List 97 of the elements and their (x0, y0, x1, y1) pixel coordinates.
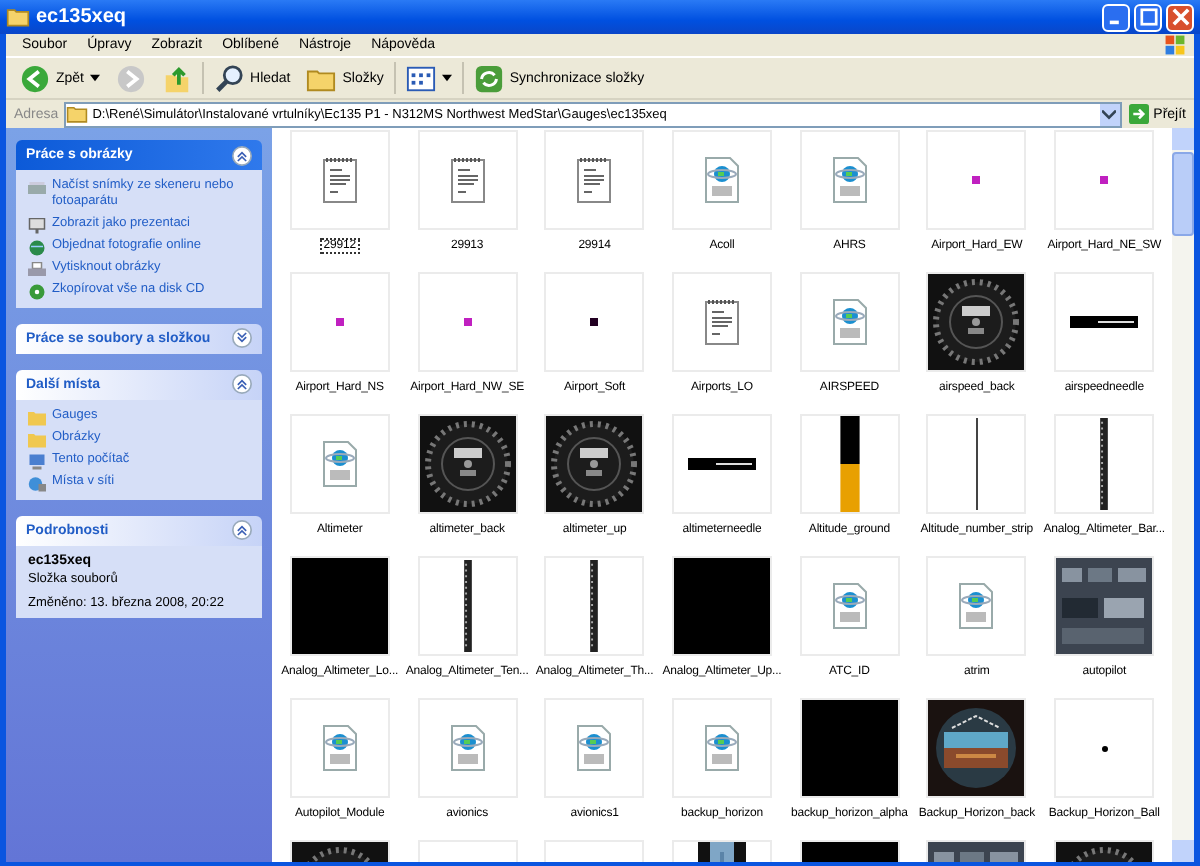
chevron-icon[interactable] (232, 145, 252, 165)
chevron-icon[interactable] (232, 328, 252, 349)
cd-icon (28, 283, 46, 300)
thumbnail-frame[interactable] (926, 698, 1027, 798)
go-arrow-icon (1127, 104, 1150, 124)
thumbnail-frame[interactable] (1054, 272, 1155, 372)
computer-icon (28, 453, 46, 470)
ground-strip-thumbnail (839, 416, 860, 512)
thumbnail-frame[interactable] (926, 272, 1027, 372)
thumbnail-frame[interactable] (289, 556, 390, 656)
thumbnail-frame[interactable] (799, 414, 900, 514)
thumbnail-frame[interactable] (544, 272, 645, 372)
thumbnail-frame[interactable] (671, 698, 772, 798)
thumbnail-frame[interactable] (671, 556, 772, 656)
up-folder-icon (162, 63, 193, 93)
web-document-icon (319, 724, 360, 772)
notepad-icon (574, 156, 615, 204)
thumbnail-frame[interactable] (1054, 556, 1155, 656)
chevron-icon (1102, 109, 1117, 119)
web-document-icon (574, 724, 615, 772)
web-document-icon (956, 582, 997, 630)
thumbnail-frame[interactable] (671, 130, 772, 230)
thumbnail-frame[interactable] (289, 130, 390, 230)
network-icon (28, 475, 46, 492)
chevron-icon[interactable] (232, 374, 252, 395)
square-thumbnail (1100, 176, 1109, 184)
folder-icon (6, 6, 30, 28)
thumbnail-frame[interactable] (417, 130, 518, 230)
grid-view-icon (405, 63, 436, 93)
thumbnail-frame[interactable] (289, 414, 390, 514)
thumbnail-frame[interactable] (544, 556, 645, 656)
notepad-icon (447, 156, 488, 204)
line-thumbnail (975, 418, 978, 510)
solid-thumbnail (291, 558, 388, 654)
thumbnail-frame[interactable] (1054, 130, 1155, 230)
thumbnail-frame[interactable] (799, 272, 900, 372)
thumbnail-frame[interactable] (544, 130, 645, 230)
thumbnail-frame[interactable] (1054, 698, 1155, 798)
thumbnail-frame[interactable] (671, 272, 772, 372)
thumbnail-frame[interactable] (417, 414, 518, 514)
solid-thumbnail (673, 558, 770, 654)
thumbnail-frame[interactable] (799, 698, 900, 798)
thumbnail-frame[interactable] (799, 130, 900, 230)
solid-thumbnail (801, 700, 898, 796)
needle-thumbnail (1070, 316, 1139, 328)
web-document-icon (447, 724, 488, 772)
web-document-icon (829, 298, 870, 346)
maximize-icon (1139, 8, 1157, 26)
thumbnail-frame[interactable] (417, 272, 518, 372)
thumbnail-frame[interactable] (926, 130, 1027, 230)
folder-icon (66, 104, 89, 124)
chevron-icon[interactable] (232, 520, 252, 541)
thumbnail-frame[interactable] (799, 556, 900, 656)
number-strip-thumbnail (463, 560, 472, 652)
thumbnail-frame[interactable] (417, 698, 518, 798)
thumbnail-frame[interactable] (417, 556, 518, 656)
square-thumbnail (335, 318, 344, 326)
thumbnail-frame[interactable] (289, 698, 390, 798)
notepad-icon (701, 298, 742, 346)
minimize-button[interactable] (1102, 3, 1130, 31)
dot-thumbnail (1101, 745, 1108, 751)
notepad-icon (319, 156, 360, 204)
number-strip-thumbnail (590, 560, 599, 652)
web-document-icon (829, 582, 870, 630)
sync-icon (473, 63, 504, 93)
thumbnail-frame[interactable] (1054, 414, 1155, 514)
needle-thumbnail (687, 458, 756, 470)
caret-icon (90, 74, 101, 82)
close-icon (1171, 8, 1189, 26)
number-strip-thumbnail (1100, 418, 1109, 510)
globe-icon (28, 239, 46, 256)
web-document-icon (701, 156, 742, 204)
caret-icon (441, 74, 452, 82)
dropdown-button[interactable] (1099, 103, 1120, 125)
scrollbar[interactable] (1172, 128, 1194, 862)
thumbnail-frame[interactable] (671, 414, 772, 514)
web-document-icon (829, 156, 870, 204)
thumbnail-frame[interactable] (544, 698, 645, 798)
close-button[interactable] (1166, 3, 1194, 31)
thumbnail-frame[interactable] (926, 556, 1027, 656)
web-document-icon (319, 440, 360, 488)
printer-icon (28, 261, 46, 278)
windows-logo-icon (1164, 34, 1186, 56)
square-thumbnail (590, 318, 599, 326)
square-thumbnail (463, 318, 472, 326)
search-icon (214, 63, 245, 93)
forward-icon (116, 63, 147, 93)
square-thumbnail (972, 176, 981, 184)
screen-icon (28, 217, 46, 234)
thumbnail-frame[interactable] (544, 414, 645, 514)
maximize-button[interactable] (1134, 3, 1162, 31)
web-document-icon (701, 724, 742, 772)
thumbnail-frame[interactable] (926, 414, 1027, 514)
scanner-icon (28, 180, 46, 196)
window-title: ec135xeq (36, 6, 129, 28)
thumbnail-frame[interactable] (289, 272, 390, 372)
back-icon (20, 63, 50, 93)
